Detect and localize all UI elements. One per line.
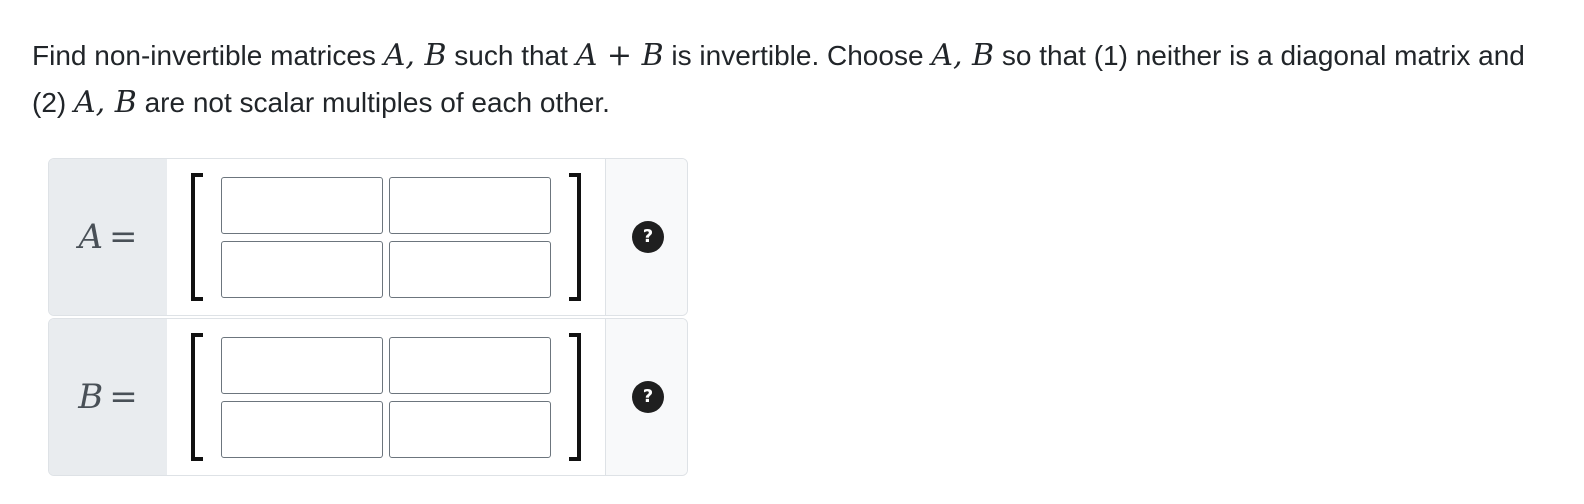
right-bracket bbox=[569, 173, 581, 301]
matrix-label-a: A = bbox=[49, 159, 168, 315]
right-bracket bbox=[569, 333, 581, 461]
matrix-label-b: B = bbox=[49, 319, 168, 475]
question-text: Find non-invertible matrices A, B such t… bbox=[32, 32, 1532, 126]
matrix-var-name: A bbox=[78, 217, 104, 257]
left-bracket bbox=[191, 173, 203, 301]
matrix-a-entry-1-1[interactable] bbox=[221, 177, 383, 234]
math-var: B bbox=[641, 38, 664, 73]
help-cell-b: ? bbox=[605, 319, 687, 475]
math-a-b: A, B bbox=[74, 85, 137, 120]
matrix-var-name: B bbox=[78, 377, 104, 417]
math-a-b: A, B bbox=[931, 38, 995, 73]
matrix-b bbox=[167, 319, 605, 475]
matrix-b-entry-2-1[interactable] bbox=[221, 401, 383, 458]
question-circle-icon[interactable]: ? bbox=[632, 381, 664, 413]
matrix-b-entry-1-2[interactable] bbox=[389, 337, 551, 394]
matrix-a-entry-2-2[interactable] bbox=[389, 241, 551, 298]
question-text-part: Find non-invertible matrices bbox=[32, 40, 384, 71]
question-text-part: are not scalar multiples of each other. bbox=[136, 87, 610, 118]
matrix-a-entry-1-2[interactable] bbox=[389, 177, 551, 234]
math-var: A bbox=[575, 38, 598, 73]
math-a-plus-b: A + B bbox=[576, 38, 664, 73]
matrix-a-entry-2-1[interactable] bbox=[221, 241, 383, 298]
question-circle-icon[interactable]: ? bbox=[632, 221, 664, 253]
math-operator: + bbox=[597, 38, 642, 73]
question-text-part: such that bbox=[446, 40, 576, 71]
left-bracket bbox=[191, 333, 203, 461]
question-text-part: is invertible. Choose bbox=[663, 40, 932, 71]
matrix-b-entry-1-1[interactable] bbox=[221, 337, 383, 394]
matrix-input-group-a: A = ? bbox=[48, 158, 688, 316]
equals-sign: = bbox=[109, 377, 138, 417]
help-cell-a: ? bbox=[605, 159, 687, 315]
math-a-b: A, B bbox=[383, 38, 447, 73]
matrix-b-entry-2-2[interactable] bbox=[389, 401, 551, 458]
matrix-a bbox=[167, 159, 605, 315]
equals-sign: = bbox=[109, 217, 138, 257]
matrix-input-group-b: B = ? bbox=[48, 318, 688, 476]
